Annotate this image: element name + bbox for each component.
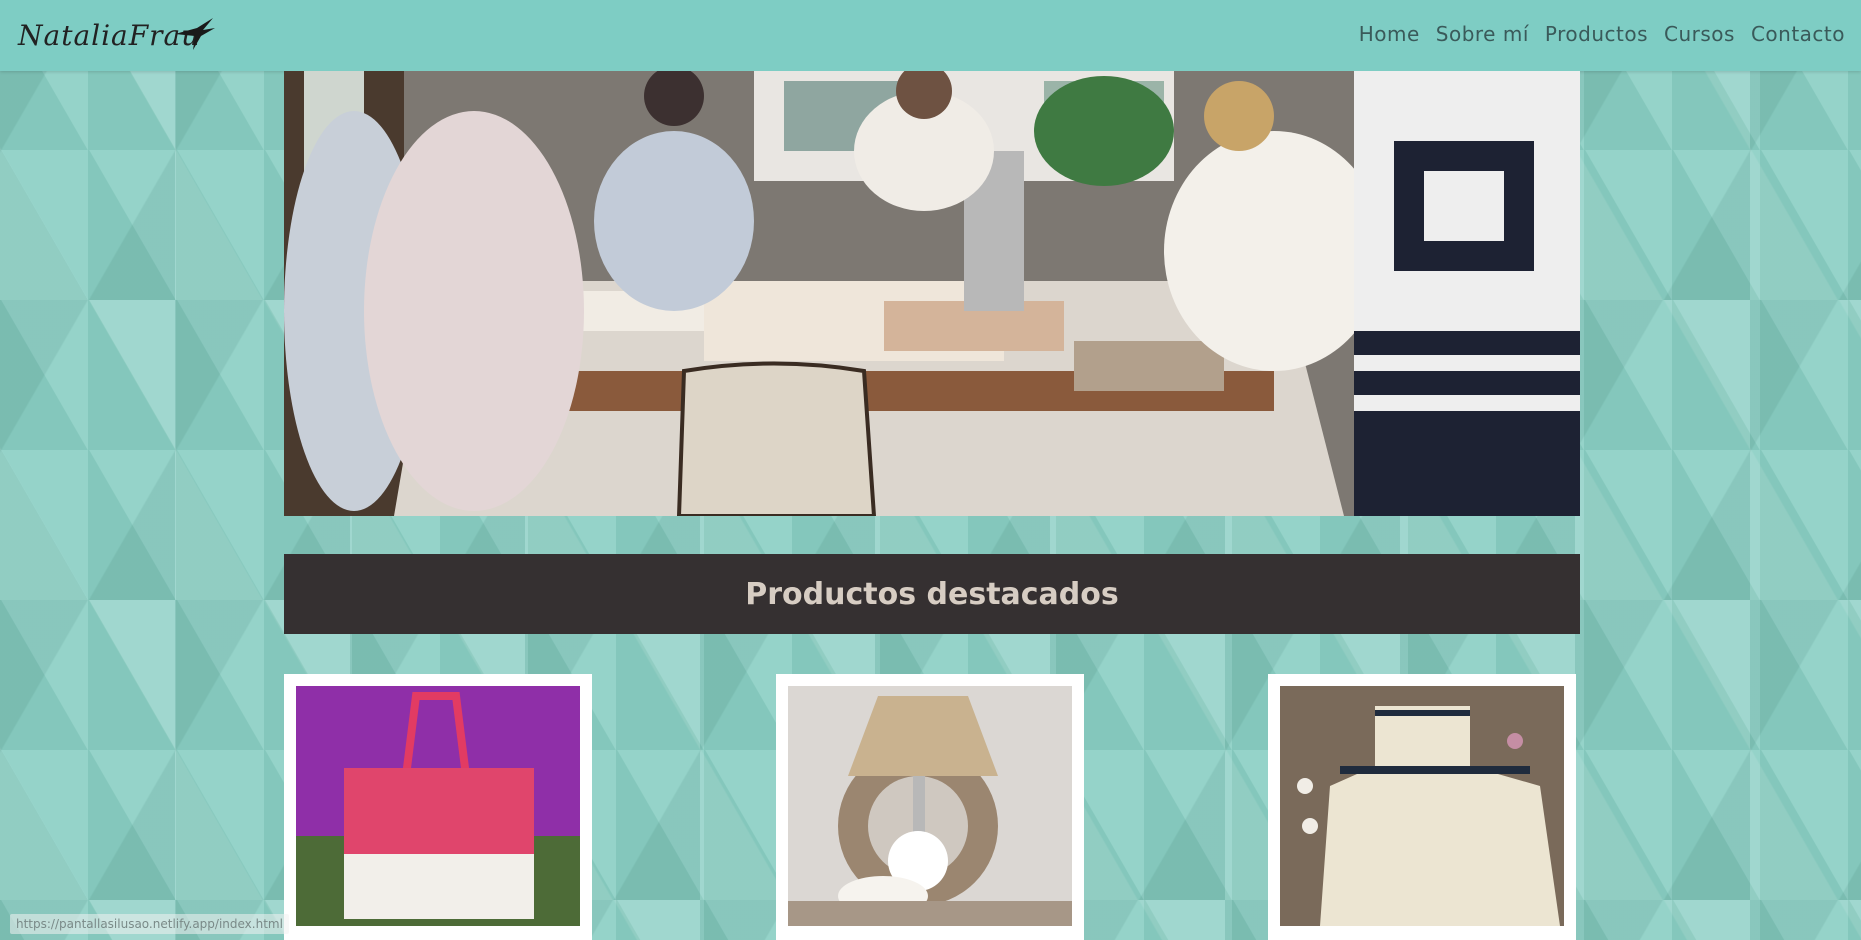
nav-link-contacto[interactable]: Contacto [1751, 22, 1845, 46]
apron-image [1280, 686, 1564, 926]
swallow-bird-icon [175, 18, 215, 50]
featured-products-header: Productos destacados [284, 554, 1580, 634]
nav-link-cursos[interactable]: Cursos [1664, 22, 1735, 46]
product-card-apron[interactable] [1268, 674, 1576, 940]
brand-logo[interactable]: NataliaFrau [18, 12, 215, 58]
nav-link-home[interactable]: Home [1359, 22, 1420, 46]
navbar: NataliaFrau Home Sobre mí Productos Curs… [0, 0, 1861, 71]
product-card-tote-bag[interactable] [284, 674, 592, 940]
featured-products-title: Productos destacados [745, 576, 1119, 612]
main-nav: Home Sobre mí Productos Cursos Contacto [1359, 22, 1845, 46]
nav-link-sobre-mi[interactable]: Sobre mí [1436, 22, 1529, 46]
nav-link-productos[interactable]: Productos [1545, 22, 1648, 46]
product-card-lamp[interactable] [776, 674, 1084, 940]
tote-bag-image [296, 686, 580, 926]
lamp-image [788, 686, 1072, 926]
workshop-photo-illustration [284, 71, 1580, 516]
link-preview-status: https://pantallasilusao.netlify.app/inde… [10, 914, 289, 934]
hero-workshop-photo [284, 71, 1580, 516]
